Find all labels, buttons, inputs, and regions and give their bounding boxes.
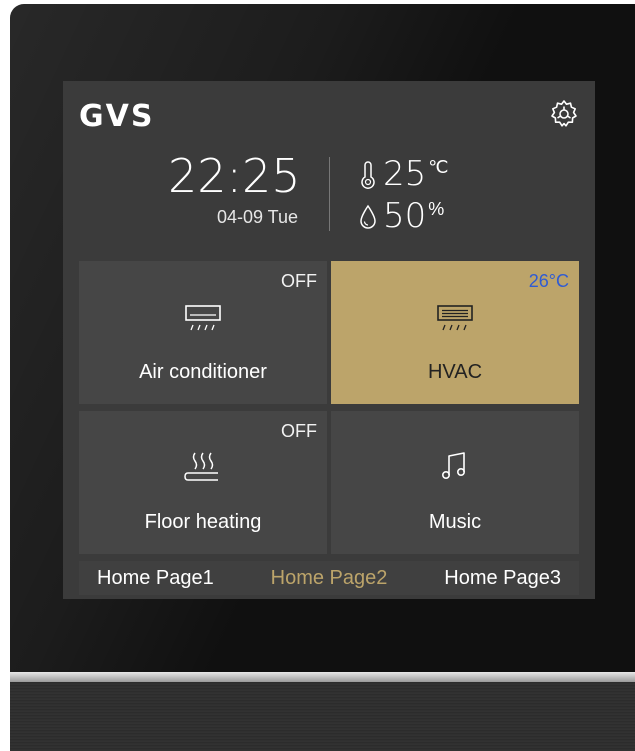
floor-heating-icon bbox=[184, 452, 218, 481]
nav-home-page-2[interactable]: Home Page2 bbox=[253, 567, 406, 590]
humidity-readout: 50 % bbox=[359, 197, 444, 235]
tile-air-conditioner[interactable]: OFF Air conditioner bbox=[79, 261, 327, 404]
temperature-readout: 25 ℃ bbox=[359, 155, 448, 193]
hvac-icon bbox=[437, 305, 473, 331]
tile-hvac[interactable]: 26°C HVAC bbox=[331, 261, 579, 404]
page-navigation: Home Page1 Home Page2 Home Page3 bbox=[79, 561, 579, 595]
music-note-icon bbox=[442, 452, 465, 479]
nav-home-page-3[interactable]: Home Page3 bbox=[426, 567, 579, 590]
floor-heating-label: Floor heating bbox=[144, 511, 262, 533]
nav-home-page-1[interactable]: Home Page1 bbox=[79, 567, 232, 590]
air-conditioner-status: OFF bbox=[281, 271, 317, 291]
floor-heating-status: OFF bbox=[281, 421, 317, 441]
humidity-unit: % bbox=[428, 199, 445, 219]
temperature-value: 25 bbox=[383, 154, 427, 194]
tile-floor-heating[interactable]: OFF Floor heating bbox=[79, 411, 327, 554]
humidity-value: 50 bbox=[383, 196, 427, 236]
hvac-setpoint: 26°C bbox=[528, 271, 569, 291]
hvac-label: HVAC bbox=[427, 361, 483, 383]
brushed-metal-base bbox=[10, 682, 635, 751]
tile-music[interactable]: Music bbox=[331, 411, 579, 554]
temperature-unit: ℃ bbox=[428, 157, 449, 177]
smart-panel-device: GVS 22:25 04-09 Tue 25 ℃ 50 % OFF Air co… bbox=[10, 4, 635, 751]
header-divider bbox=[329, 157, 330, 231]
music-label: Music bbox=[428, 511, 482, 533]
settings-button[interactable] bbox=[549, 99, 579, 129]
thermometer-icon bbox=[361, 161, 375, 189]
clock-time: 22:25 bbox=[168, 149, 301, 203]
brand-logo: GVS bbox=[79, 99, 155, 134]
water-drop-icon bbox=[360, 204, 376, 229]
chrome-trim bbox=[10, 672, 635, 682]
air-conditioner-icon bbox=[185, 305, 221, 331]
gear-icon bbox=[551, 100, 577, 127]
touch-screen: GVS 22:25 04-09 Tue 25 ℃ 50 % OFF Air co… bbox=[63, 81, 595, 599]
air-conditioner-label: Air conditioner bbox=[139, 361, 267, 383]
clock-date: 04-09 Tue bbox=[216, 207, 298, 227]
